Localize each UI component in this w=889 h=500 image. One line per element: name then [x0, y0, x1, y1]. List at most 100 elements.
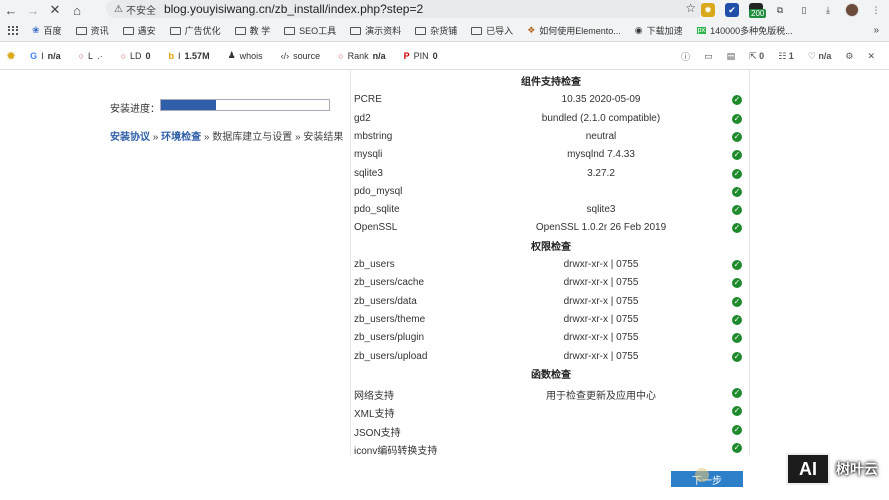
check-ok-icon: ✓ [732, 168, 742, 179]
seo-rank-metric[interactable]: ○ Rank n/a [338, 51, 385, 61]
breadcrumb-separator: » [150, 132, 162, 143]
download-icon[interactable]: ⤓ [821, 3, 835, 17]
circle-icon: ○ [338, 50, 344, 61]
bookmark-folder[interactable]: SEO工具 [284, 24, 336, 37]
check-ok-icon: ✓ [732, 443, 742, 453]
bookmark-folder[interactable]: 资讯 [75, 24, 109, 37]
check-name: pdo_sqlite [354, 204, 400, 216]
bookmark-item[interactable]: ❀ 百度 [32, 24, 62, 37]
forward-icon[interactable]: → [22, 0, 44, 20]
counter-extension-icon[interactable]: 200 [749, 3, 767, 18]
check-ok-icon: ✓ [732, 205, 742, 216]
check-row: mbstring neutral ✓ [351, 128, 751, 146]
profile-avatar[interactable] [845, 3, 859, 17]
bookmark-item[interactable]: ❖ 如何使用Elemento... [527, 24, 621, 37]
watermark-logo: AI [786, 453, 830, 485]
bookmark-folder[interactable]: 已导入 [471, 24, 513, 37]
install-steps-breadcrumb: 安装协议 » 环境检查 » 数据库建立与设置 » 安装结果 [110, 128, 343, 143]
bookmark-folder[interactable]: 遇安 [122, 24, 156, 37]
folder-icon [415, 26, 427, 35]
check-name: mysqli [354, 149, 383, 161]
folder-icon [122, 26, 134, 35]
seo-extension-icon[interactable]: ✹ [701, 3, 715, 17]
home-icon[interactable]: ⌂ [66, 0, 88, 20]
insecure-indicator[interactable]: ⚠ 不安全 [114, 2, 156, 17]
seo-google-index[interactable]: G In/a [30, 51, 61, 61]
seo-settings-icon[interactable]: ✹ [6, 49, 16, 63]
gear-icon[interactable]: ⚙ [845, 51, 853, 62]
back-icon[interactable]: ← [0, 0, 22, 20]
seo-label: I [41, 50, 44, 61]
seo-value: 0 [145, 50, 151, 61]
step-agreement: 安装协议 [110, 132, 150, 143]
heart-metric[interactable]: ♡ n/a [808, 51, 832, 62]
stop-icon[interactable]: ✕ [44, 0, 66, 20]
check-row: zb_users drwxr-xr-x | 0755 ✓ [351, 256, 751, 274]
bookmark-label: 百度 [43, 26, 62, 36]
extension-badge: 200 [749, 9, 767, 18]
check-ok-icon: ✓ [732, 314, 742, 325]
url-text[interactable]: blog.youyisiwang.cn/zb_install/index.php… [164, 2, 423, 16]
check-value: drwxr-xr-x | 0755 [563, 313, 639, 325]
apps-grid-icon[interactable] [8, 25, 18, 36]
check-value: 10.35 2020-05-09 [561, 94, 641, 106]
progress-label: 安装进度： [110, 104, 160, 115]
check-name: iconv编码转换支持 [354, 446, 438, 457]
info-icon[interactable]: ⓘ [681, 50, 690, 63]
check-row: zb_users/data drwxr-xr-x | 0755 ✓ [351, 293, 751, 311]
check-ok-icon: ✓ [732, 296, 742, 307]
seo-label: L [88, 50, 94, 61]
sidebar-icon[interactable]: ▯ [797, 3, 811, 17]
page-icon[interactable]: ▤ [727, 51, 736, 62]
bookmark-folder[interactable]: 杂货铺 [415, 24, 457, 37]
step-environment-check: 环境检查 [161, 132, 202, 143]
check-value: bundled (2.1.0 compatible) [541, 112, 661, 124]
seo-pin-metric[interactable]: P PIN 0 [404, 51, 438, 61]
monitor-icon[interactable]: ▭ [704, 51, 713, 62]
seo-value: n/a [47, 50, 61, 61]
seo-label: I [178, 50, 181, 61]
menu-kebab-icon[interactable]: ⋮ [869, 3, 883, 17]
bookmark-folder[interactable]: 演示资料 [350, 24, 401, 37]
progress-bar [160, 99, 330, 111]
check-row: zb_users/plugin drwxr-xr-x | 0755 ✓ [351, 329, 751, 347]
seo-label: whois [239, 50, 263, 61]
bookmarks-overflow-icon[interactable]: » [873, 25, 879, 36]
address-bar-row: ← → ✕ ⌂ ⚠ 不安全 blog.youyisiwang.cn/zb_ins… [0, 0, 889, 20]
check-row: gd2 bundled (2.1.0 compatible) ✓ [351, 110, 751, 128]
bookmark-folder[interactable]: 教 学 [234, 24, 270, 37]
check-row: mysqli mysqlnd 7.4.33 ✓ [351, 146, 751, 164]
insecure-label: 不安全 [125, 5, 156, 17]
bookmark-item[interactable]: ◉ 下载加速 [635, 24, 683, 37]
bing-icon: b [168, 50, 175, 61]
seo-value: n/a [818, 50, 832, 61]
check-value: drwxr-xr-x | 0755 [563, 277, 639, 289]
seo-l-metric[interactable]: ○ L .· [79, 51, 103, 61]
close-icon[interactable]: ✕ [867, 51, 875, 62]
bookmark-label: 如何使用Elemento... [539, 26, 621, 36]
check-value: drwxr-xr-x | 0755 [563, 332, 639, 344]
folder-icon [169, 26, 181, 35]
bookmark-folder[interactable]: 广告优化 [169, 24, 221, 37]
seo-toolbar-right: ⓘ ▭ ▤ ⇱ 0 ☷ 1 ♡ n/a ⚙ ✕ [681, 42, 875, 70]
circle-icon: ○ [120, 50, 126, 61]
seo-source-link[interactable]: ‹/› source [281, 51, 321, 61]
check-ok-icon: ✓ [732, 351, 742, 362]
seo-ld-metric[interactable]: ○ LD 0 [121, 51, 151, 61]
omnibox[interactable]: ⚠ 不安全 blog.youyisiwang.cn/zb_install/ind… [106, 0, 704, 18]
shield-extension-icon[interactable]: ✔ [725, 3, 739, 17]
external-links-metric[interactable]: ⇱ 0 [749, 51, 764, 62]
seo-bing-index[interactable]: b I 1.57M [169, 51, 210, 61]
bookmark-star-icon[interactable]: ☆ [685, 1, 696, 15]
puzzle-icon[interactable]: ⧉ [773, 3, 787, 17]
seo-whois-link[interactable]: ♟ whois [228, 50, 263, 61]
check-ok-icon: ✓ [732, 388, 742, 399]
internal-links-metric[interactable]: ☷ 1 [778, 51, 794, 62]
bookmark-item[interactable]: px 140000多种免版税... [696, 24, 793, 37]
check-row: sqlite3 3.27.2 ✓ [351, 165, 751, 183]
seo-value: .· [97, 50, 103, 61]
breadcrumb-separator: » [201, 132, 213, 143]
check-ok-icon: ✓ [732, 223, 742, 234]
folder-icon [350, 26, 362, 35]
check-value: mysqlnd 7.4.33 [567, 149, 635, 161]
